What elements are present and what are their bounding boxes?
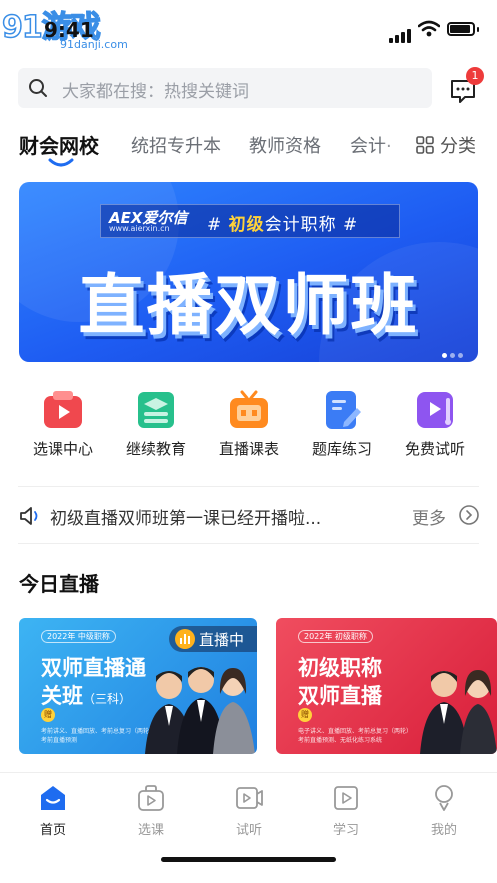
continuing-education-icon: [134, 388, 178, 432]
free-trial-icon: [413, 388, 457, 432]
cellular-signal-icon: [389, 24, 413, 43]
banner-pagination: [439, 343, 463, 362]
quick-entry-label: 免费试听: [404, 440, 465, 458]
live-label: 直播中: [199, 631, 245, 649]
card-title: 双师直播通 关班（三科）: [41, 654, 146, 713]
notice-more-link[interactable]: 更多: [412, 504, 446, 529]
quick-entry-course-select[interactable]: 选课中心: [17, 388, 109, 459]
live-schedule-icon: [227, 388, 271, 432]
teacher-photo: [420, 670, 497, 754]
banner-tag-prefix: #: [207, 215, 229, 235]
tabbar-label: 首页: [39, 823, 66, 838]
banner-url: www.aierxin.cn: [109, 224, 170, 233]
home-icon: [38, 783, 68, 813]
section-title-today-live: 今日直播: [19, 572, 99, 596]
banner-dot[interactable]: [442, 353, 447, 358]
message-button[interactable]: 1: [446, 67, 484, 106]
tabbar-study[interactable]: 学习: [316, 783, 376, 838]
card-note-line2: 考前直播预测、无纸化练习系统: [298, 737, 383, 744]
quick-entry-live-schedule[interactable]: 直播课表: [203, 388, 295, 459]
category-button[interactable]: 分类: [416, 132, 476, 158]
card-title-line2: 双师直播: [298, 684, 382, 708]
category-label: 分类: [440, 136, 476, 157]
banner-tag: # 初级会计职称 #: [207, 210, 358, 235]
notice-text: 初级直播双师班第一课已经开播啦...: [50, 509, 322, 529]
banner-tag-strip: AEX爱尔信 www.aierxin.cn # 初级会计职称 #: [100, 204, 400, 238]
banner-tag-rest: 会计职称 #: [264, 215, 359, 235]
status-bar: 91游戏 91danji.com 9:41: [0, 0, 497, 60]
live-bars-icon: [175, 629, 195, 649]
question-bank-icon: [320, 388, 364, 432]
card-title-line1: 初级职称: [298, 656, 382, 680]
quick-entry-label: 继续教育: [125, 440, 186, 458]
quick-entry-label: 选课中心: [32, 440, 93, 458]
banner-title: 直播双师班: [78, 267, 419, 344]
live-indicator: 直播中: [169, 626, 257, 652]
quick-entry-label: 题库练习: [311, 440, 372, 458]
battery-tip: [477, 27, 479, 32]
profile-icon: [429, 783, 459, 813]
search-bar[interactable]: 大家都在搜：热搜关键词: [18, 68, 432, 108]
wifi-icon: [418, 20, 440, 37]
course-select-icon: [41, 388, 85, 432]
tabbar-course[interactable]: 选课: [121, 783, 181, 838]
quick-entries: 选课中心 继续教育 直播课表 题库练习 免费试听: [0, 388, 497, 468]
live-card[interactable]: 2022年 初级职称 初级职称 双师直播 赠 电子讲义、直播回放、考前总复习（两…: [276, 618, 497, 754]
tabbar-profile[interactable]: 我的: [414, 783, 474, 838]
tabbar-label: 试听: [235, 823, 262, 838]
tabbar-label: 选课: [137, 823, 164, 838]
message-badge: 1: [466, 67, 484, 85]
tab-zhuanshengben[interactable]: 统招专升本: [131, 132, 221, 158]
bottom-tab-bar: 首页 选课 试听 学习 我的: [0, 772, 497, 883]
card-note-line1: 考前讲义、直播回放、考前总复习（两轮）: [41, 728, 156, 735]
search-placeholder: 大家都在搜：热搜关键词: [62, 82, 249, 102]
quick-entry-free-trial[interactable]: 免费试听: [389, 388, 481, 459]
card-title-line2: 关班: [41, 684, 83, 708]
card-note: 考前讲义、直播回放、考前总复习（两轮） 考前直播预测: [41, 726, 155, 744]
chevron-right-icon[interactable]: [458, 504, 480, 526]
gift-badge: 赠: [298, 708, 312, 722]
grid-icon: [416, 136, 434, 154]
home-indicator: [161, 857, 336, 862]
card-year-tag: 2022年 中级职称: [41, 630, 116, 643]
tabbar-home[interactable]: 首页: [23, 783, 83, 838]
card-title-line1: 双师直播通: [41, 656, 146, 680]
quick-entry-continuing-education[interactable]: 继续教育: [110, 388, 202, 459]
notice-bar[interactable]: 初级直播双师班第一课已经开播啦... 更多: [18, 486, 479, 544]
tabbar-label: 学习: [332, 823, 359, 838]
card-note: 电子讲义、直播回放、考前总复习（两轮） 考前直播预测、无纸化练习系统: [298, 726, 412, 744]
banner-dot[interactable]: [450, 353, 455, 358]
tab-caikuai[interactable]: 财会网校: [19, 130, 99, 159]
promo-banner[interactable]: AEX爱尔信 www.aierxin.cn # 初级会计职称 # 直播双师班: [19, 182, 478, 362]
tabs-fade: [380, 128, 410, 164]
active-tab-indicator: [48, 158, 74, 167]
card-title: 初级职称 双师直播: [298, 654, 382, 710]
card-note-line1: 电子讲义、直播回放、考前总复习（两轮）: [298, 728, 413, 735]
course-bag-icon: [136, 783, 166, 813]
banner-dot[interactable]: [458, 353, 463, 358]
gift-badge: 赠: [41, 708, 55, 722]
card-title-suffix: （三科）: [83, 692, 132, 706]
teacher-photo: [145, 667, 255, 754]
quick-entry-label: 直播课表: [218, 440, 279, 458]
status-time: 9:41: [44, 18, 94, 42]
tab-teacher[interactable]: 教师资格: [249, 132, 321, 158]
card-note-line2: 考前直播预测: [41, 737, 78, 744]
battery-icon: [447, 22, 475, 36]
tabbar-trial[interactable]: 试听: [219, 783, 279, 838]
category-tabs: 财会网校 统招专升本 教师资格 会计· 分类: [0, 128, 497, 168]
speaker-icon: [20, 507, 38, 525]
search-icon: [29, 79, 47, 97]
video-trial-icon: [234, 783, 264, 813]
banner-tag-highlight: 初级: [228, 215, 265, 235]
study-play-icon: [331, 783, 361, 813]
tabbar-label: 我的: [430, 823, 457, 838]
live-card[interactable]: 2022年 中级职称 双师直播通 关班（三科） 赠 考前讲义、直播回放、考前总复…: [19, 618, 257, 754]
card-year-tag: 2022年 初级职称: [298, 630, 373, 643]
quick-entry-question-bank[interactable]: 题库练习: [296, 388, 388, 459]
